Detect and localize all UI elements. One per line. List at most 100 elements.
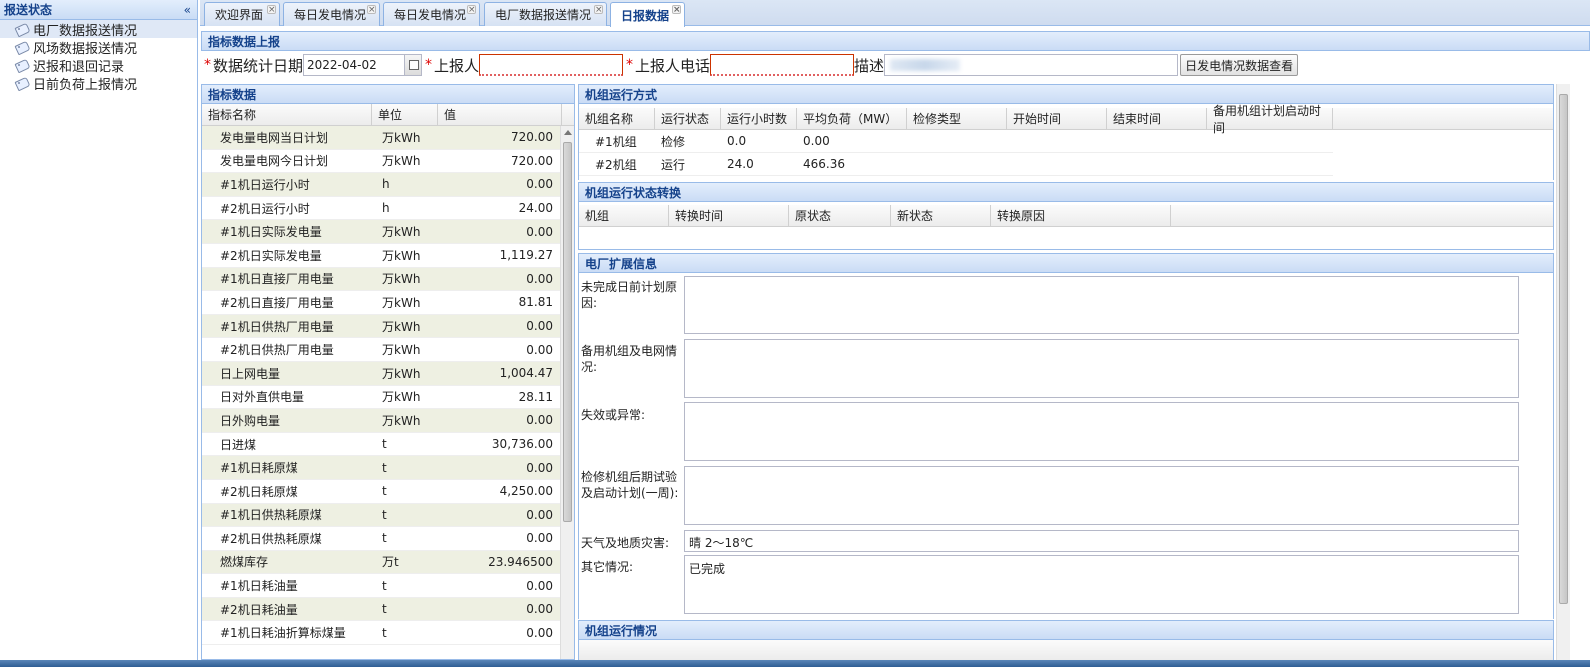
column-header[interactable]: 平均负荷（MW） [797, 108, 907, 129]
column-header[interactable]: 单位 [372, 104, 438, 125]
table-row[interactable]: #1机日耗油量 t 0.00 [202, 574, 574, 598]
table-row[interactable]: #2机日供热耗原煤 t 0.00 [202, 527, 574, 551]
table-row[interactable]: #1机日耗油折算标煤量 t 0.00 [202, 621, 574, 646]
sidebar-item-wind-report[interactable]: 风场数据报送情况 [0, 38, 197, 57]
column-header[interactable]: 开始时间 [1007, 108, 1107, 129]
sidebar-item-label: 电厂数据报送情况 [33, 23, 138, 39]
table-cell-unit: t [382, 484, 387, 499]
phone-input[interactable] [710, 54, 855, 76]
close-icon[interactable]: × [594, 5, 603, 15]
scroll-thumb[interactable] [563, 142, 572, 522]
maintenance-plan-textarea[interactable] [684, 466, 1519, 525]
table-row[interactable]: 日对外直供电量 万kWh 28.11 [202, 386, 574, 410]
weather-disaster-input[interactable]: 晴 2～18℃ [684, 530, 1519, 552]
table-cell-value: 0.00 [526, 578, 553, 593]
tab-plant-report[interactable]: 电厂数据报送情况 × [484, 2, 607, 26]
tab-label: 每日发电情况 [394, 8, 467, 22]
column-header[interactable]: 原状态 [789, 205, 891, 226]
extension-panel-header: 电厂扩展信息 [578, 253, 1554, 273]
table-cell-unit: 万kWh [382, 272, 421, 287]
table-row[interactable]: #2机日耗油量 t 0.00 [202, 597, 574, 622]
table-row[interactable]: #2机日实际发电量 万kWh 1,119.27 [202, 244, 574, 268]
table-row[interactable]: #1机日运行小时 h 0.00 [202, 173, 574, 197]
tab-label: 电厂数据报送情况 [495, 8, 592, 22]
column-header[interactable]: 机组 [579, 205, 669, 226]
field-label: 检修机组后期试验及启动计划(一周): [581, 470, 679, 500]
table-cell-value: 720.00 [511, 130, 553, 145]
taskbar [0, 660, 1590, 667]
sidebar-item-load-report[interactable]: 日前负荷上报情况 [0, 74, 197, 93]
table-row[interactable]: #2机日供热厂用电量 万kWh 0.00 [202, 338, 574, 362]
column-header[interactable]: 机组名称 [579, 108, 655, 129]
table-cell-name: #1机日实际发电量 [220, 225, 322, 240]
reporter-input[interactable] [479, 54, 624, 76]
column-header[interactable]: 结束时间 [1107, 108, 1207, 129]
extension-form: 未完成日前计划原因: 备用机组及电网情况: 失效或异常: 检修机组后期试验及启动… [578, 273, 1554, 619]
table-row[interactable]: #1机日直接厂用电量 万kWh 0.00 [202, 267, 574, 292]
table-row[interactable]: #1机日供热厂用电量 万kWh 0.00 [202, 314, 574, 339]
failure-anomaly-textarea[interactable] [684, 402, 1519, 461]
other-notes-textarea[interactable]: 已完成 [684, 555, 1519, 614]
close-icon[interactable]: × [672, 5, 681, 15]
column-header[interactable]: 转换原因 [991, 205, 1171, 226]
tab-daily-generation-2[interactable]: 每日发电情况 × [383, 2, 480, 26]
table-row[interactable]: #1机日供热耗原煤 t 0.00 [202, 503, 574, 528]
tab-label: 日报数据 [621, 8, 670, 23]
tag-icon [16, 60, 29, 71]
table-row[interactable]: 日进煤 t 30,736.00 [202, 433, 574, 457]
table-cell: 检修 [661, 134, 686, 149]
column-header[interactable]: 运行小时数 [721, 108, 797, 129]
unit-transition-panel-header: 机组运行状态转换 [578, 182, 1554, 202]
column-header[interactable]: 检修类型 [907, 108, 1007, 129]
table-cell-value: 0.00 [526, 460, 553, 475]
column-header[interactable]: 值 [438, 104, 562, 125]
column-header[interactable]: 转换时间 [669, 205, 789, 226]
table-row[interactable]: 燃煤库存 万t 23.946500 [202, 550, 574, 575]
table-row[interactable]: #2机日耗原煤 t 4,250.00 [202, 480, 574, 504]
desc-label: 描述 [854, 56, 885, 75]
main-scrollbar[interactable] [1556, 84, 1570, 660]
unit-status-panel-title: 机组运行情况 [585, 623, 658, 638]
table-row[interactable]: 日外购电量 万kWh 0.00 [202, 409, 574, 433]
tab-label: 欢迎界面 [215, 8, 264, 22]
column-header[interactable]: 备用机组计划启动时间 [1207, 104, 1333, 135]
table-row[interactable]: 发电量电网当日计划 万kWh 720.00 [202, 126, 574, 150]
table-row[interactable]: #2机组 运行 24.0 466.36 [579, 153, 1333, 176]
scroll-up-icon[interactable] [564, 130, 572, 135]
backup-unit-grid-textarea[interactable] [684, 339, 1519, 398]
tab-daily-report-data[interactable]: 日报数据 × [610, 2, 685, 27]
column-header[interactable]: 指标名称 [202, 104, 372, 125]
table-cell-name: #1机日直接厂用电量 [220, 272, 334, 287]
column-header[interactable]: 新状态 [891, 205, 991, 226]
tab-daily-generation[interactable]: 每日发电情况 × [283, 2, 380, 26]
table-cell-unit: t [382, 625, 387, 640]
table-row[interactable]: 日上网电量 万kWh 1,004.47 [202, 361, 574, 386]
sidebar-item-label: 日前负荷上报情况 [33, 77, 138, 93]
table-cell-name: #1机日供热厂用电量 [220, 319, 334, 334]
sidebar-item-plant-report[interactable]: 电厂数据报送情况 [0, 20, 197, 39]
close-icon[interactable]: × [467, 5, 476, 15]
close-icon[interactable]: × [367, 5, 376, 15]
indicator-scrollbar[interactable] [560, 126, 574, 659]
date-input[interactable] [303, 54, 406, 76]
table-cell-unit: 万kWh [382, 130, 421, 145]
sidebar-item-late-return[interactable]: 迟报和退回记录 [0, 56, 197, 75]
unfinished-plan-reason-textarea[interactable] [684, 276, 1519, 334]
table-row[interactable]: #1机日实际发电量 万kWh 0.00 [202, 220, 574, 244]
table-cell: 运行 [661, 157, 686, 172]
table-cell-name: 日上网电量 [220, 366, 281, 381]
calendar-icon[interactable] [405, 54, 423, 76]
table-cell-name: #2机日直接厂用电量 [220, 295, 334, 310]
table-cell-value: 0.00 [526, 177, 553, 192]
scroll-thumb[interactable] [1559, 94, 1568, 604]
tab-welcome[interactable]: 欢迎界面 × [204, 2, 280, 26]
table-cell-value: 4,250.00 [499, 484, 553, 499]
table-row[interactable]: #1机日耗原煤 t 0.00 [202, 456, 574, 480]
table-row[interactable]: #2机日运行小时 h 24.00 [202, 197, 574, 221]
view-generation-button[interactable]: 日发电情况数据查看 [1180, 54, 1299, 76]
table-row[interactable]: 发电量电网今日计划 万kWh 720.00 [202, 150, 574, 174]
column-header[interactable]: 运行状态 [655, 108, 721, 129]
table-row[interactable]: #2机日直接厂用电量 万kWh 81.81 [202, 291, 574, 315]
collapse-icon[interactable]: « [184, 3, 191, 17]
close-icon[interactable]: × [267, 5, 276, 15]
